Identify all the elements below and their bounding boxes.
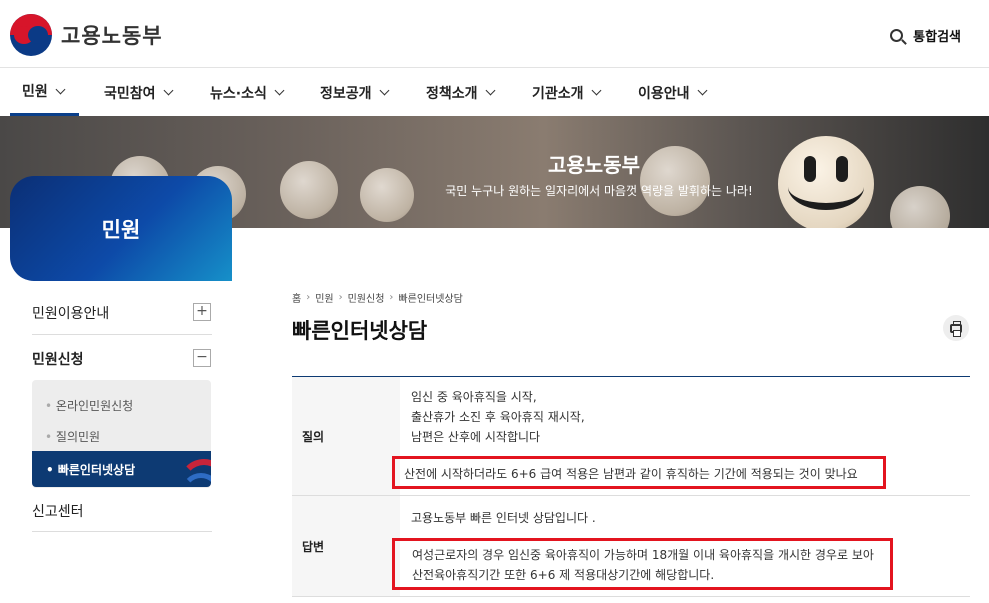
page-title: 빠른인터넷상담 — [292, 319, 428, 343]
breadcrumb-minwon[interactable]: 민원 — [315, 290, 333, 305]
gnb-item-minwon[interactable]: 민원 — [10, 69, 79, 116]
breadcrumb-home[interactable]: 홈 — [292, 290, 301, 305]
divider — [32, 531, 212, 532]
chevron-down-icon — [591, 85, 601, 96]
sidebar-item-minwon-guide[interactable]: 민원이용안내 — [32, 303, 109, 323]
search-icon — [890, 29, 904, 42]
answer-label: 답변 — [292, 496, 400, 596]
chevron-right-icon: › — [389, 292, 394, 303]
sidebar-subitem-online-apply[interactable]: 온라인민원신청 — [45, 397, 133, 414]
chevron-right-icon: › — [306, 292, 311, 303]
sidebar-subitem-quick-consult[interactable]: • 빠른인터넷상담 — [32, 451, 211, 487]
chevron-down-icon — [55, 84, 66, 94]
gnb-item-about[interactable]: 기관소개 — [532, 69, 601, 116]
taegeuk-logo-icon — [10, 14, 52, 56]
answer-intro: 고용노동부 빠른 인터넷 상담입니다 . — [411, 511, 596, 525]
expand-plus-icon[interactable]: + — [193, 303, 211, 321]
print-button[interactable] — [943, 315, 969, 341]
sidebar-item-minwon-apply[interactable]: 민원신청 — [32, 349, 84, 369]
banner-title: 고용노동부 — [548, 153, 640, 177]
answer-line-2: 산전육아휴직기간 또한 6+6 제 적용대상기간에 해당합니다. — [412, 568, 715, 582]
chevron-right-icon: › — [338, 292, 343, 303]
chevron-down-icon — [697, 85, 707, 96]
gnb-item-guide[interactable]: 이용안내 — [638, 69, 707, 116]
question-text: 임신 중 육아휴직을 시작, 출산휴가 소진 후 육아휴직 재시작, 남편은 산… — [411, 390, 585, 444]
breadcrumb-minwon-apply[interactable]: 민원신청 — [348, 290, 385, 305]
chevron-down-icon — [379, 85, 389, 96]
answer-highlight-box: 여성근로자의 경우 임신중 육아휴직이 가능하며 18개월 이내 육아휴직을 개… — [392, 538, 893, 590]
sidebar-item-report-center[interactable]: 신고센터 — [32, 501, 84, 521]
breadcrumb: 홈 › 민원 › 민원신청 › 빠른인터넷상담 — [292, 290, 463, 305]
answer-line-1: 여성근로자의 경우 임신중 육아휴직이 가능하며 18개월 이내 육아휴직을 개… — [412, 548, 874, 562]
chevron-down-icon — [274, 85, 285, 96]
breadcrumb-current[interactable]: 빠른인터넷상담 — [398, 290, 462, 305]
chevron-down-icon — [163, 85, 173, 96]
sidebar-title: 민원 — [10, 176, 232, 281]
site-logo[interactable]: 고용노동부 — [10, 14, 163, 56]
integrated-search-button[interactable]: 통합검색 — [890, 26, 961, 45]
site-header: 고용노동부 통합검색 — [0, 0, 989, 68]
row-divider — [292, 596, 970, 597]
logo-text: 고용노동부 — [61, 24, 163, 48]
sidebar-subitem-inquiry[interactable]: 질의민원 — [45, 428, 100, 445]
search-label: 통합검색 — [913, 30, 961, 45]
collapse-minus-icon[interactable]: − — [193, 349, 211, 367]
gnb-item-disclosure[interactable]: 정보공개 — [320, 69, 389, 116]
gnb-item-participation[interactable]: 국민참여 — [104, 69, 173, 116]
gnb-item-policy[interactable]: 정책소개 — [426, 69, 495, 116]
printer-icon — [950, 320, 962, 337]
question-highlight-text: 산전에 시작하더라도 6+6 급여 적용은 남편과 같이 휴직하는 기간에 적용… — [404, 467, 858, 481]
question-highlight-box: 산전에 시작하더라도 6+6 급여 적용은 남편과 같이 휴직하는 기간에 적용… — [392, 456, 886, 489]
chevron-down-icon — [485, 85, 495, 96]
question-label: 질의 — [292, 377, 400, 495]
main-navigation: 민원 국민참여 뉴스·소식 정보공개 정책소개 기관소개 이용안내 — [0, 69, 989, 116]
divider — [32, 334, 212, 335]
gnb-item-news[interactable]: 뉴스·소식 — [210, 69, 285, 116]
